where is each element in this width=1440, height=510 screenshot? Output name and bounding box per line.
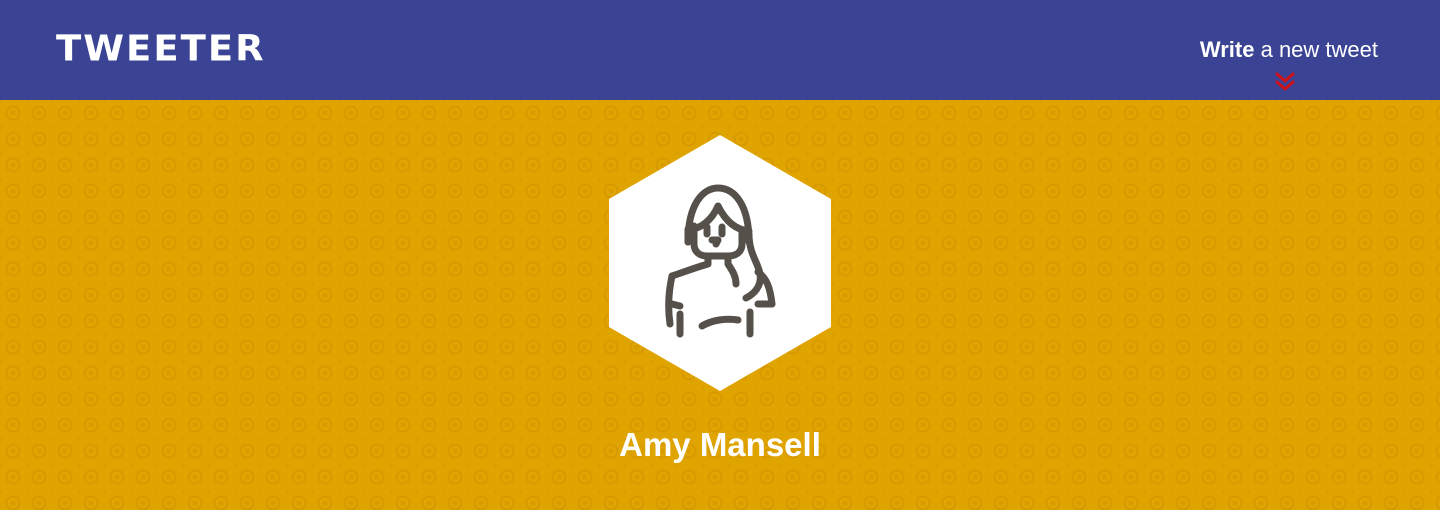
- write-label-strong: Write: [1199, 37, 1255, 62]
- double-chevron-down-icon[interactable]: [1274, 70, 1296, 94]
- write-label-rest: a new tweet: [1254, 37, 1378, 62]
- profile-user-name: Amy Mansell: [619, 426, 821, 463]
- write-new-tweet-toggle[interactable]: Write a new tweet: [1200, 36, 1378, 64]
- brand-logo[interactable]: TWEETER: [56, 27, 266, 71]
- top-navbar: TWEETER Write a new tweet: [0, 0, 1440, 100]
- profile-avatar: [609, 135, 831, 391]
- avatar-hexagon-frame: [609, 135, 831, 391]
